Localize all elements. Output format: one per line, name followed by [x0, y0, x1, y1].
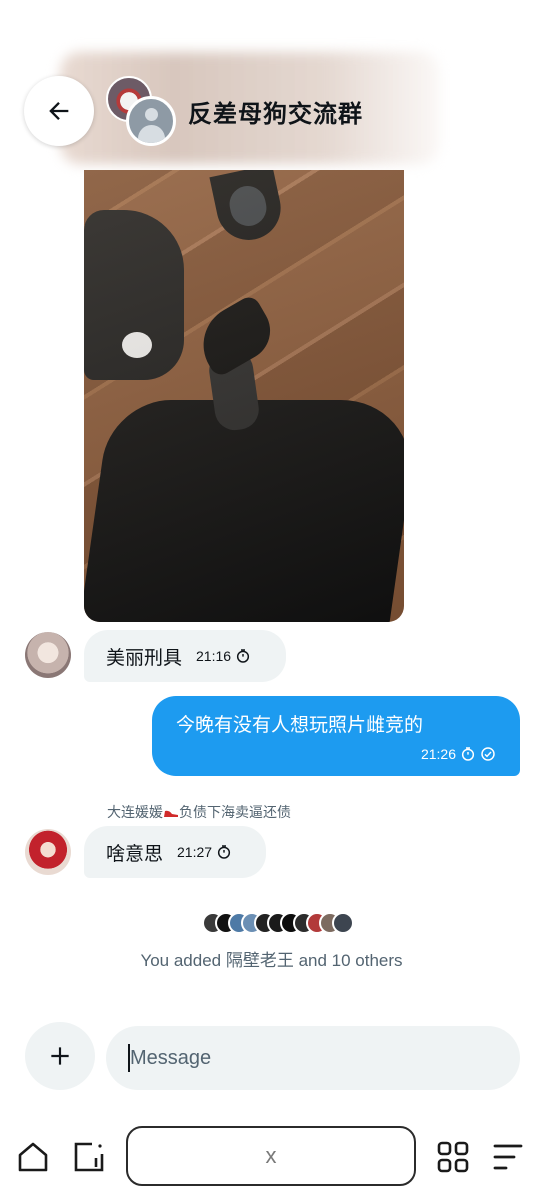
- tab-switch-icon[interactable]: [72, 1140, 106, 1174]
- timer-icon: [236, 649, 250, 663]
- message-time: 21:16: [196, 648, 232, 664]
- message-text: 今晚有没有人想玩照片雌竞的: [176, 715, 424, 736]
- menu-icon[interactable]: [492, 1142, 524, 1172]
- message-time: 21:26: [420, 746, 456, 762]
- message-text: 啥意思: [106, 843, 164, 865]
- address-text: x: [265, 1143, 277, 1168]
- message-meta: 21:16: [196, 648, 251, 664]
- apps-grid-icon[interactable]: [436, 1140, 470, 1174]
- photo-message[interactable]: [84, 170, 404, 622]
- sender-avatar[interactable]: [25, 632, 71, 678]
- high-heel-emoji-icon: [164, 810, 178, 817]
- timer-icon: [461, 747, 475, 761]
- sender-name-part: 大连媛媛: [107, 804, 163, 820]
- message-text: 美丽刑具: [106, 647, 183, 669]
- timer-icon: [217, 845, 231, 859]
- plus-icon: [51, 1047, 69, 1065]
- message-time: 21:27: [177, 844, 213, 860]
- message-meta: 21:26: [421, 746, 496, 762]
- message-bubble-outgoing[interactable]: 今晚有没有人想玩照片雌竞的 21:26: [152, 696, 520, 776]
- message-bubble[interactable]: 美丽刑具 21:16: [84, 630, 286, 682]
- group-title[interactable]: 反差母狗交流群: [188, 94, 363, 129]
- added-members-notice: You added 隔壁老王 and 10 others: [140, 951, 403, 970]
- home-icon[interactable]: [16, 1140, 50, 1174]
- add-attachment-button[interactable]: [25, 1022, 95, 1090]
- message-bubble[interactable]: 啥意思 21:27: [84, 826, 266, 878]
- member-avatar: [332, 912, 354, 934]
- added-members-avatars[interactable]: [202, 912, 354, 936]
- back-button[interactable]: [24, 76, 94, 146]
- chat-header: 反差母狗交流群: [0, 40, 543, 170]
- sender-name-part: 负债下海卖逼还债: [179, 804, 291, 820]
- message-input[interactable]: [106, 1026, 520, 1090]
- sender-avatar[interactable]: [25, 829, 71, 875]
- sender-name[interactable]: 大连媛媛 负债下海卖逼还债: [107, 802, 291, 822]
- arrow-left-icon: [49, 102, 69, 120]
- address-bar[interactable]: x: [126, 1126, 416, 1186]
- check-circle-icon: [481, 747, 495, 761]
- group-avatar[interactable]: [126, 96, 176, 146]
- text-caret: [128, 1044, 130, 1072]
- message-meta: 21:27: [177, 844, 232, 860]
